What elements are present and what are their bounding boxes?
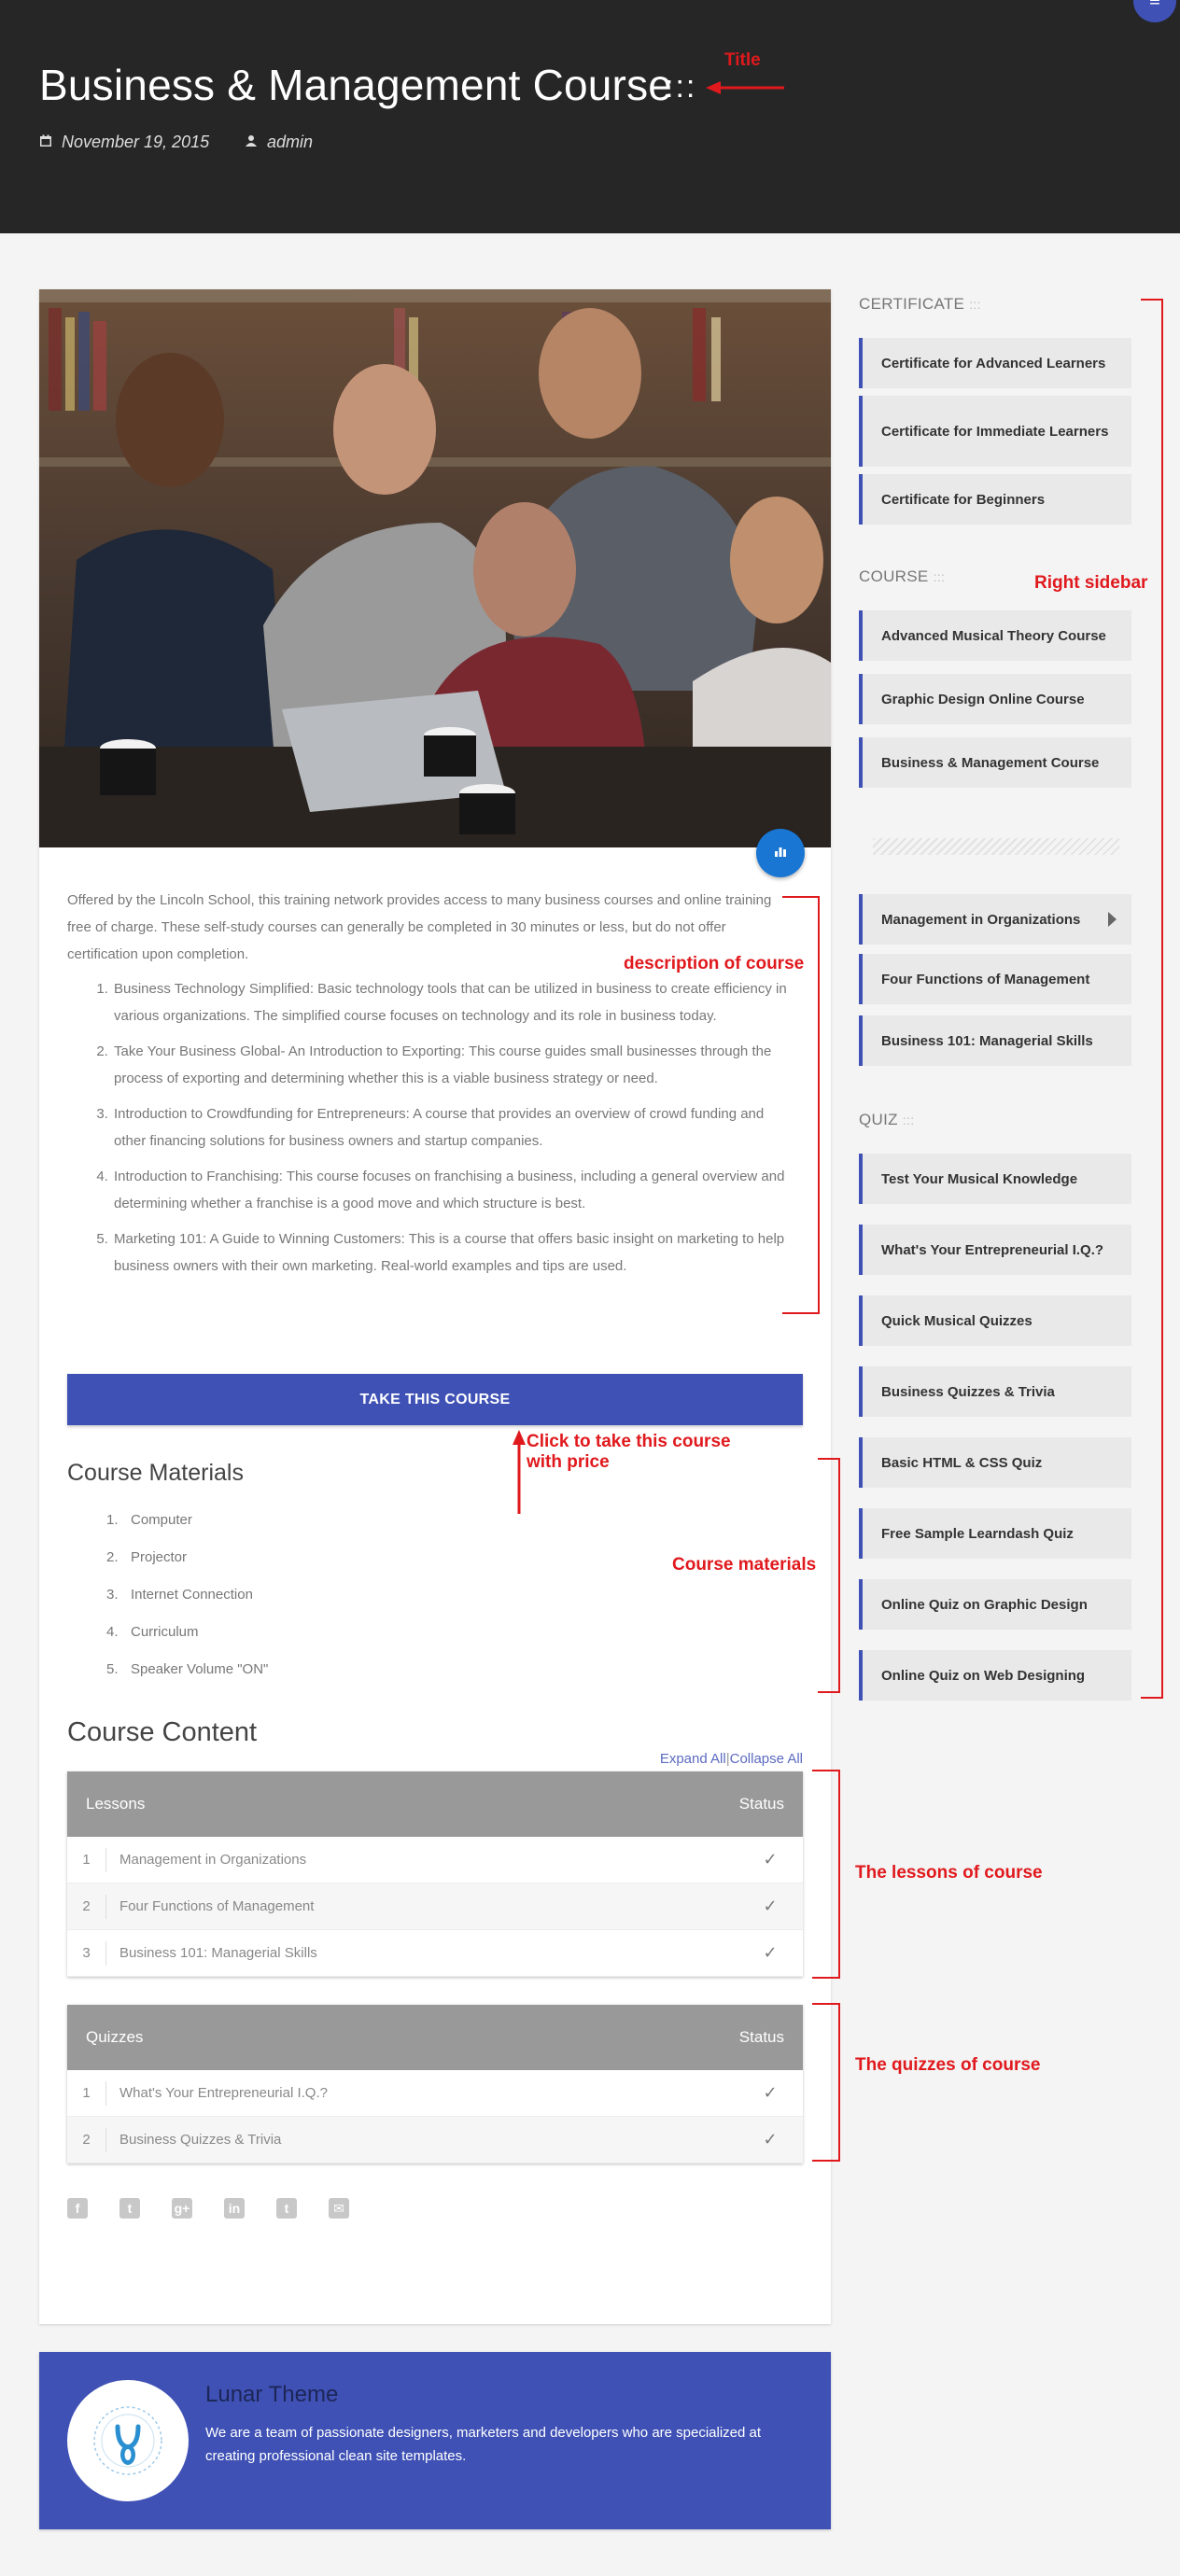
lunar-logo-icon (93, 2406, 162, 2475)
post-author[interactable]: admin (245, 133, 313, 152)
annotation-materials: Course materials (672, 1555, 817, 1575)
take-course-button[interactable]: TAKE THIS COURSE (67, 1374, 803, 1425)
page-header: ≡ Business & Management Course ::: Novem… (0, 0, 1180, 233)
sidebar-item-certificate[interactable]: Certificate for Advanced Learners (859, 338, 1131, 388)
sidebar-item-certificate[interactable]: Certificate for Beginners (859, 474, 1131, 525)
linkedin-icon[interactable]: in (224, 2198, 245, 2219)
annotation-bracket-description (782, 896, 820, 1314)
calendar-icon (39, 133, 52, 152)
course-featured-image (39, 289, 831, 847)
course-topic: Business Technology Simplified: Basic te… (112, 975, 795, 1029)
sidebar-course-title: COURSE ::: (859, 567, 946, 585)
title-separator: ::: (665, 69, 697, 105)
quiz-row[interactable]: 2 Business Quizzes & Trivia ✓ (67, 2117, 803, 2163)
course-content-title: Course Content (67, 1717, 258, 1747)
course-topic-list: Business Technology Simplified: Basic te… (67, 975, 795, 1280)
page-title: Business & Management Course (39, 61, 673, 109)
expand-collapse-links: Expand All|Collapse All (659, 1751, 803, 1767)
annotation-bracket-quizzes (812, 2003, 840, 2162)
check-icon: ✓ (763, 1897, 778, 1915)
sidebar-item-course[interactable]: Graphic Design Online Course (859, 674, 1131, 724)
check-icon: ✓ (763, 1850, 778, 1869)
sidebar-quiz-title: QUIZ ::: (859, 1111, 915, 1128)
sidebar-item-lesson[interactable]: Management in Organizations (859, 894, 1131, 945)
email-icon[interactable]: ✉ (329, 2198, 349, 2219)
author-bio: We are a team of passionate designers, m… (205, 2425, 762, 2464)
material-item: 1. Computer (106, 1512, 192, 1528)
author-box: Lunar Theme We are a team of passionate … (39, 2352, 831, 2529)
sidebar-item-quiz[interactable]: Basic HTML & CSS Quiz (859, 1437, 1131, 1488)
sidebar-item-lesson[interactable]: Business 101: Managerial Skills (859, 1015, 1131, 1066)
sidebar-item-lesson[interactable]: Four Functions of Management (859, 954, 1131, 1004)
quiz-row[interactable]: 1 What's Your Entrepreneurial I.Q.? ✓ (67, 2070, 803, 2117)
author-avatar (67, 2380, 189, 2501)
social-share-bar: f t g+ in t ✉ (67, 2198, 349, 2219)
lessons-table: Lessons Status 1 Management in Organizati… (67, 1771, 803, 1977)
material-item: 2. Projector (106, 1549, 188, 1565)
bar-chart-icon (774, 845, 787, 862)
author-name: Lunar Theme (205, 2382, 339, 2407)
twitter-icon[interactable]: t (119, 2198, 140, 2219)
menu-button[interactable]: ≡ (1133, 0, 1176, 22)
annotation-right-sidebar: Right sidebar (1034, 573, 1148, 593)
annotation-arrow-take-course (513, 1430, 526, 1514)
annotation-arrow-title (706, 81, 784, 94)
tumblr-icon[interactable]: t (276, 2198, 297, 2219)
annotation-bracket-materials (818, 1458, 840, 1693)
annotation-description: description of course (624, 954, 805, 973)
course-card: Offered by the Lincoln School, this trai… (39, 289, 831, 2324)
caret-right-icon[interactable] (1108, 912, 1117, 927)
course-topic: Introduction to Crowdfunding for Entrepr… (112, 1100, 795, 1155)
check-icon: ✓ (763, 2130, 778, 2149)
post-date: November 19, 2015 (39, 133, 209, 152)
check-icon: ✓ (763, 1943, 778, 1962)
check-icon: ✓ (763, 2083, 778, 2102)
course-materials-title: Course Materials (67, 1460, 244, 1486)
lesson-row[interactable]: 3 Business 101: Managerial Skills ✓ (67, 1930, 803, 1977)
course-description: Offered by the Lincoln School, this trai… (67, 887, 795, 1288)
sidebar-divider (873, 838, 1119, 855)
sidebar-item-quiz[interactable]: Free Sample Learndash Quiz (859, 1508, 1131, 1559)
sidebar-item-certificate[interactable]: Certificate for Immediate Learners (859, 396, 1131, 467)
quizzes-table-header: Quizzes Status (67, 2005, 803, 2070)
sidebar-item-quiz[interactable]: Test Your Musical Knowledge (859, 1154, 1131, 1204)
annotation-quizzes: The quizzes of course (855, 2055, 1041, 2075)
expand-all-link[interactable]: Expand All (660, 1751, 726, 1767)
course-topic: Marketing 101: A Guide to Winning Custom… (112, 1225, 795, 1280)
sidebar-item-quiz[interactable]: Online Quiz on Web Designing (859, 1650, 1131, 1701)
course-materials-list: 1. Computer 2. Projector 3. Internet Connec… (106, 1512, 268, 1699)
lesson-row[interactable]: 1 Management in Organizations ✓ (67, 1837, 803, 1883)
sidebar-item-quiz[interactable]: What's Your Entrepreneurial I.Q.? (859, 1225, 1131, 1275)
material-item: 4. Curriculum (106, 1624, 199, 1640)
collapse-all-link[interactable]: Collapse All (730, 1751, 803, 1767)
sidebar-item-course[interactable]: Advanced Musical Theory Course (859, 610, 1131, 661)
annotation-bracket-sidebar (1141, 299, 1163, 1699)
annotation-take-course: Click to take this course with price (527, 1432, 731, 1472)
quizzes-table: Quizzes Status 1 What's Your Entrepreneur… (67, 2005, 803, 2163)
google-plus-icon[interactable]: g+ (172, 2198, 192, 2219)
sidebar-item-course[interactable]: Business & Management Course (859, 737, 1131, 788)
material-item: 3. Internet Connection (106, 1587, 253, 1603)
course-topic: Take Your Business Global- An Introducti… (112, 1038, 795, 1092)
sidebar-item-quiz[interactable]: Quick Musical Quizzes (859, 1295, 1131, 1346)
sidebar-item-quiz[interactable]: Business Quizzes & Trivia (859, 1366, 1131, 1417)
sidebar-certificate-title: CERTIFICATE ::: (859, 295, 981, 313)
lessons-table-header: Lessons Status (67, 1771, 803, 1837)
annotation-title: Title (724, 50, 761, 70)
sidebar-item-quiz[interactable]: Online Quiz on Graphic Design (859, 1579, 1131, 1630)
annotation-lessons: The lessons of course (855, 1863, 1043, 1883)
stats-button[interactable] (756, 829, 805, 877)
facebook-icon[interactable]: f (67, 2198, 88, 2219)
course-topic: Introduction to Franchising: This course… (112, 1163, 795, 1217)
annotation-bracket-lessons (812, 1770, 840, 1979)
lesson-row[interactable]: 2 Four Functions of Management ✓ (67, 1883, 803, 1930)
user-icon (245, 133, 258, 152)
menu-icon: ≡ (1149, 0, 1160, 11)
material-item: 5. Speaker Volume "ON" (106, 1661, 269, 1677)
